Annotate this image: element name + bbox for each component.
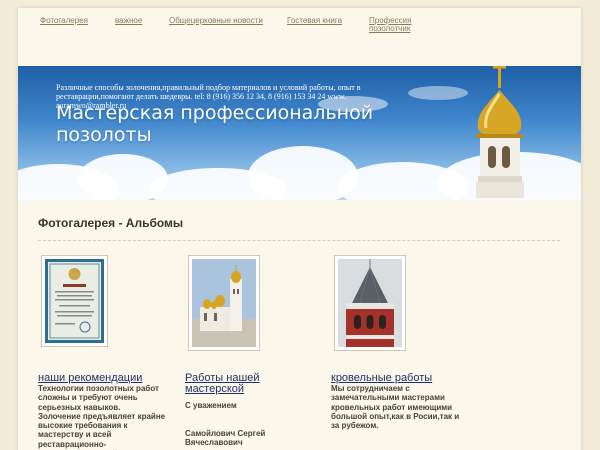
header-banner: Различные способы золочения,правильный п… (18, 66, 581, 200)
album-description-our-works: С уважением Самойлович Сергей Вячеславов… (185, 401, 266, 448)
album-description-recommendations: Технологии позолотных работ сложны и тре… (38, 384, 166, 450)
page: Фотогалерея важное Общецерковные новости… (18, 8, 581, 450)
certificate-image (45, 259, 104, 343)
album-thumbnail-certificate[interactable] (41, 255, 108, 347)
divider (38, 240, 560, 241)
album-title-our-works[interactable]: Работы нашей мастерской (185, 373, 275, 395)
nav-link-profession[interactable]: Профессия позолотчик (369, 17, 429, 33)
nav-link-church-news[interactable]: Общецерковные новости (169, 17, 263, 25)
nav-link-important[interactable]: важное (115, 17, 142, 25)
cloud-shape (408, 86, 468, 100)
cathedral-image (192, 259, 256, 347)
album-title-recommendations[interactable]: наши рекомендации (38, 373, 178, 384)
top-navigation: Фотогалерея важное Общецерковные новости… (18, 8, 581, 66)
tower-image (338, 259, 402, 347)
section-title: Фотогалерея - Альбомы (38, 216, 184, 230)
album-title-roofing[interactable]: кровельные работы (331, 373, 471, 384)
banner-title: Мастерская профессиональной позолоты (56, 102, 374, 146)
church-dome-image (476, 66, 524, 198)
nav-link-gallery[interactable]: Фотогалерея (40, 17, 88, 25)
album-thumbnail-tower[interactable] (334, 255, 406, 351)
album-thumbnail-cathedral[interactable] (188, 255, 260, 351)
album-description-roofing: Мы сотрудничаем с замечательными мастера… (331, 384, 460, 431)
nav-link-guestbook[interactable]: Гостевая книга (287, 17, 342, 25)
